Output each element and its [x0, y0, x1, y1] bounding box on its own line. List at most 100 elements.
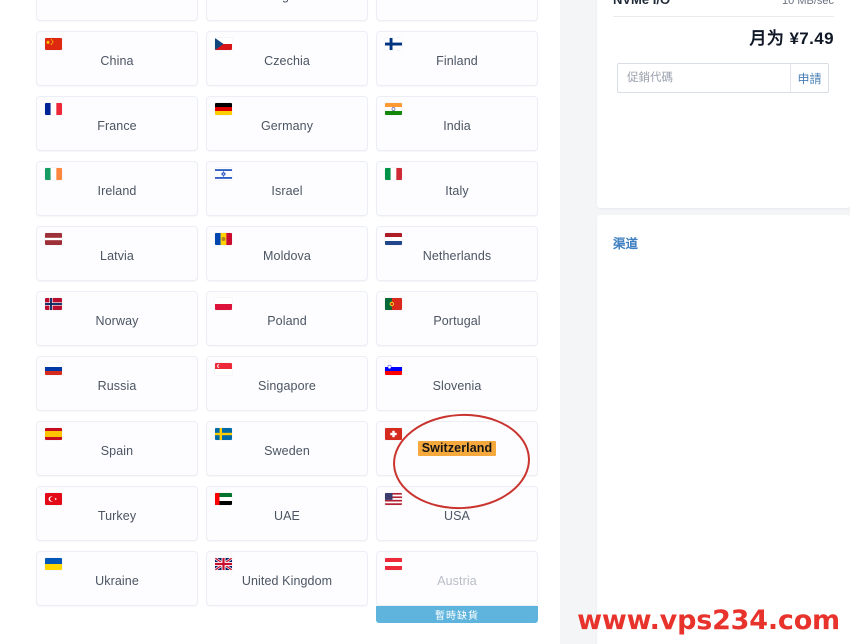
- country-label: Ukraine: [95, 574, 139, 589]
- country-card-turkey[interactable]: Turkey: [36, 486, 198, 541]
- country-label: Italy: [445, 184, 469, 199]
- country-card-italy[interactable]: Italy: [376, 161, 538, 216]
- country-card-portugal[interactable]: Portugal: [376, 291, 538, 346]
- country-card-switzerland[interactable]: Switzerland: [376, 421, 538, 476]
- country-card-israel[interactable]: Israel: [206, 161, 368, 216]
- channel-card: 渠道: [597, 215, 850, 644]
- flag-icon-gb: [215, 558, 232, 570]
- country-card-czechia[interactable]: Czechia: [206, 31, 368, 86]
- country-label: France: [97, 119, 137, 134]
- country-label: Spain: [100, 444, 134, 459]
- flag-icon-cz: [215, 38, 232, 50]
- country-label: Bulgaria: [264, 0, 311, 3]
- country-card-sweden[interactable]: Sweden: [206, 421, 368, 476]
- country-label: China: [100, 54, 134, 69]
- country-label: United Kingdom: [241, 574, 333, 589]
- country-card-singapore[interactable]: Singapore: [206, 356, 368, 411]
- flag-icon-es: [45, 428, 62, 440]
- flag-icon-ch: [385, 428, 402, 440]
- country-label: Brazil: [101, 0, 133, 3]
- country-card-ukraine[interactable]: Ukraine: [36, 551, 198, 606]
- country-label: Turkey: [97, 509, 137, 524]
- country-card-latvia[interactable]: Latvia: [36, 226, 198, 281]
- country-label: Finland: [436, 54, 478, 69]
- page-root: Brazil Bulgaria Canada China Czechia Finland F…: [0, 0, 850, 644]
- flag-icon-il: [215, 168, 232, 180]
- country-card-china[interactable]: China: [36, 31, 198, 86]
- country-label: Israel: [271, 184, 303, 199]
- summary-divider: [613, 16, 834, 17]
- country-card-france[interactable]: France: [36, 96, 198, 151]
- country-card-ireland[interactable]: Ireland: [36, 161, 198, 216]
- country-card-poland[interactable]: Poland: [206, 291, 368, 346]
- flag-icon-se: [215, 428, 232, 440]
- flag-icon-nl: [385, 233, 402, 245]
- spec-value: 10 MB/sec: [782, 0, 834, 7]
- promo-apply-button[interactable]: 申請: [790, 64, 828, 92]
- monthly-price: 月为 ¥7.49: [749, 29, 834, 48]
- country-label: Poland: [267, 314, 307, 329]
- country-label: Germany: [260, 119, 314, 134]
- country-label: Singapore: [258, 379, 316, 394]
- flag-icon-in: [385, 103, 402, 115]
- country-label: Sweden: [264, 444, 310, 459]
- country-label: Czechia: [264, 54, 310, 69]
- country-card-russia[interactable]: Russia: [36, 356, 198, 411]
- country-card-usa[interactable]: USA: [376, 486, 538, 541]
- country-label: Portugal: [433, 314, 481, 329]
- order-summary-card: NVMe I/O 10 MB/sec 月为 ¥7.49 申請 我同意 优惠条款: [597, 0, 850, 208]
- promo-code-input[interactable]: [618, 64, 790, 92]
- country-label: Russia: [97, 379, 137, 394]
- country-label: Netherlands: [422, 249, 492, 264]
- flag-icon-it: [385, 168, 402, 180]
- flag-icon-ae: [215, 493, 232, 505]
- spec-label: NVMe I/O: [613, 0, 670, 7]
- country-label: Ireland: [97, 184, 137, 199]
- country-card-bulgaria[interactable]: Bulgaria: [206, 0, 368, 21]
- flag-icon-lv: [45, 233, 62, 245]
- flag-icon-ie: [45, 168, 62, 180]
- country-label: India: [443, 119, 471, 134]
- country-card-slovenia[interactable]: Slovenia: [376, 356, 538, 411]
- flag-icon-pl: [215, 298, 232, 310]
- country-label: Canada: [435, 0, 479, 3]
- country-card-spain[interactable]: Spain: [36, 421, 198, 476]
- country-label: Norway: [95, 314, 139, 329]
- out-of-stock-banner: 暫時缺貨: [376, 606, 538, 623]
- flag-icon-md: [215, 233, 232, 245]
- flag-icon-sg: [215, 363, 232, 375]
- flag-icon-de: [215, 103, 232, 115]
- country-label: Latvia: [100, 249, 134, 264]
- country-card-finland[interactable]: Finland: [376, 31, 538, 86]
- country-label: Austria: [437, 574, 477, 589]
- country-label: Switzerland: [417, 441, 497, 456]
- country-card-brazil[interactable]: Brazil: [36, 0, 198, 21]
- country-label: UAE: [273, 509, 300, 524]
- flag-icon-us: [385, 493, 402, 505]
- promo-code-row: 申請: [617, 63, 829, 93]
- spec-row-nvme-io: NVMe I/O 10 MB/sec: [613, 0, 834, 7]
- flag-icon-si: [385, 363, 402, 375]
- country-card-canada[interactable]: Canada: [376, 0, 538, 21]
- channel-title: 渠道: [613, 237, 639, 251]
- country-card-uae[interactable]: UAE: [206, 486, 368, 541]
- flag-icon-fi: [385, 38, 402, 50]
- country-label: Moldova: [263, 249, 311, 264]
- country-label: Slovenia: [432, 379, 482, 394]
- country-card-united-kingdom[interactable]: United Kingdom: [206, 551, 368, 606]
- flag-icon-fr: [45, 103, 62, 115]
- country-card-norway[interactable]: Norway: [36, 291, 198, 346]
- country-card-india[interactable]: India: [376, 96, 538, 151]
- flag-icon-cn: [45, 38, 62, 50]
- country-card-netherlands[interactable]: Netherlands: [376, 226, 538, 281]
- flag-icon-no: [45, 298, 62, 310]
- country-card-germany[interactable]: Germany: [206, 96, 368, 151]
- country-card-moldova[interactable]: Moldova: [206, 226, 368, 281]
- flag-icon-ru: [45, 363, 62, 375]
- country-selection-panel: Brazil Bulgaria Canada China Czechia Finland F…: [0, 0, 560, 644]
- order-sidebar: NVMe I/O 10 MB/sec 月为 ¥7.49 申請 我同意 优惠条款: [560, 0, 850, 644]
- country-grid: Brazil Bulgaria Canada China Czechia Finland F…: [36, 0, 544, 623]
- flag-icon-ua: [45, 558, 62, 570]
- country-label: USA: [443, 509, 470, 524]
- price-row: 月为 ¥7.49: [613, 24, 834, 49]
